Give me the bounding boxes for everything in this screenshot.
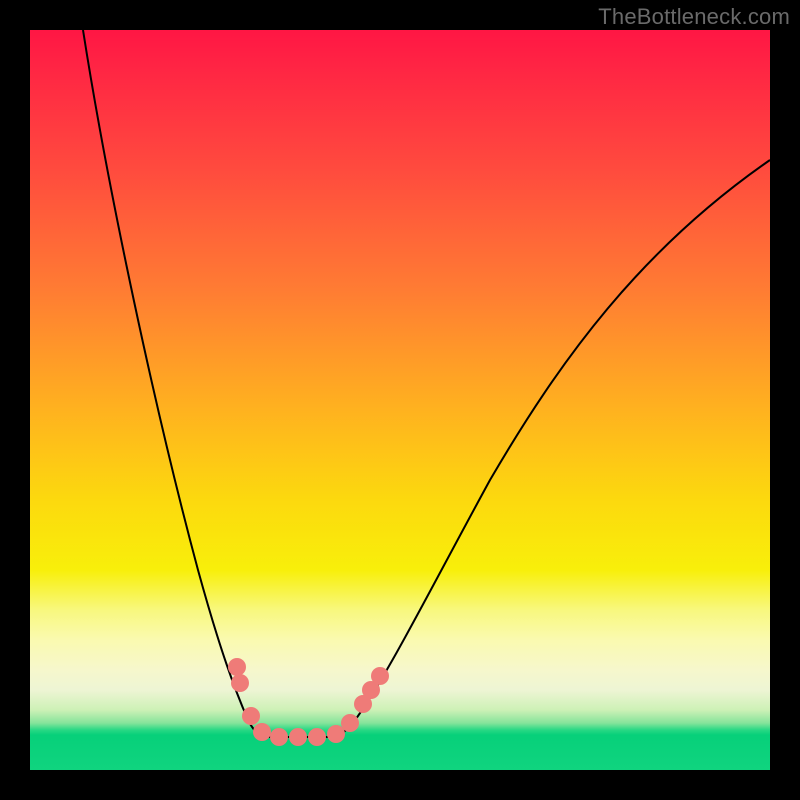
marker-dot [228,658,246,676]
marker-dot [341,714,359,732]
curve-left [83,30,270,737]
curve-right [330,160,770,737]
marker-group [228,658,389,746]
marker-dot [253,723,271,741]
marker-dot [308,728,326,746]
marker-dot [289,728,307,746]
marker-dot [327,725,345,743]
marker-dot [371,667,389,685]
marker-dot [231,674,249,692]
watermark-text: TheBottleneck.com [598,4,790,30]
plot-area [30,30,770,770]
marker-dot [270,728,288,746]
marker-dot [242,707,260,725]
curve-layer [30,30,770,770]
chart-frame: TheBottleneck.com [0,0,800,800]
